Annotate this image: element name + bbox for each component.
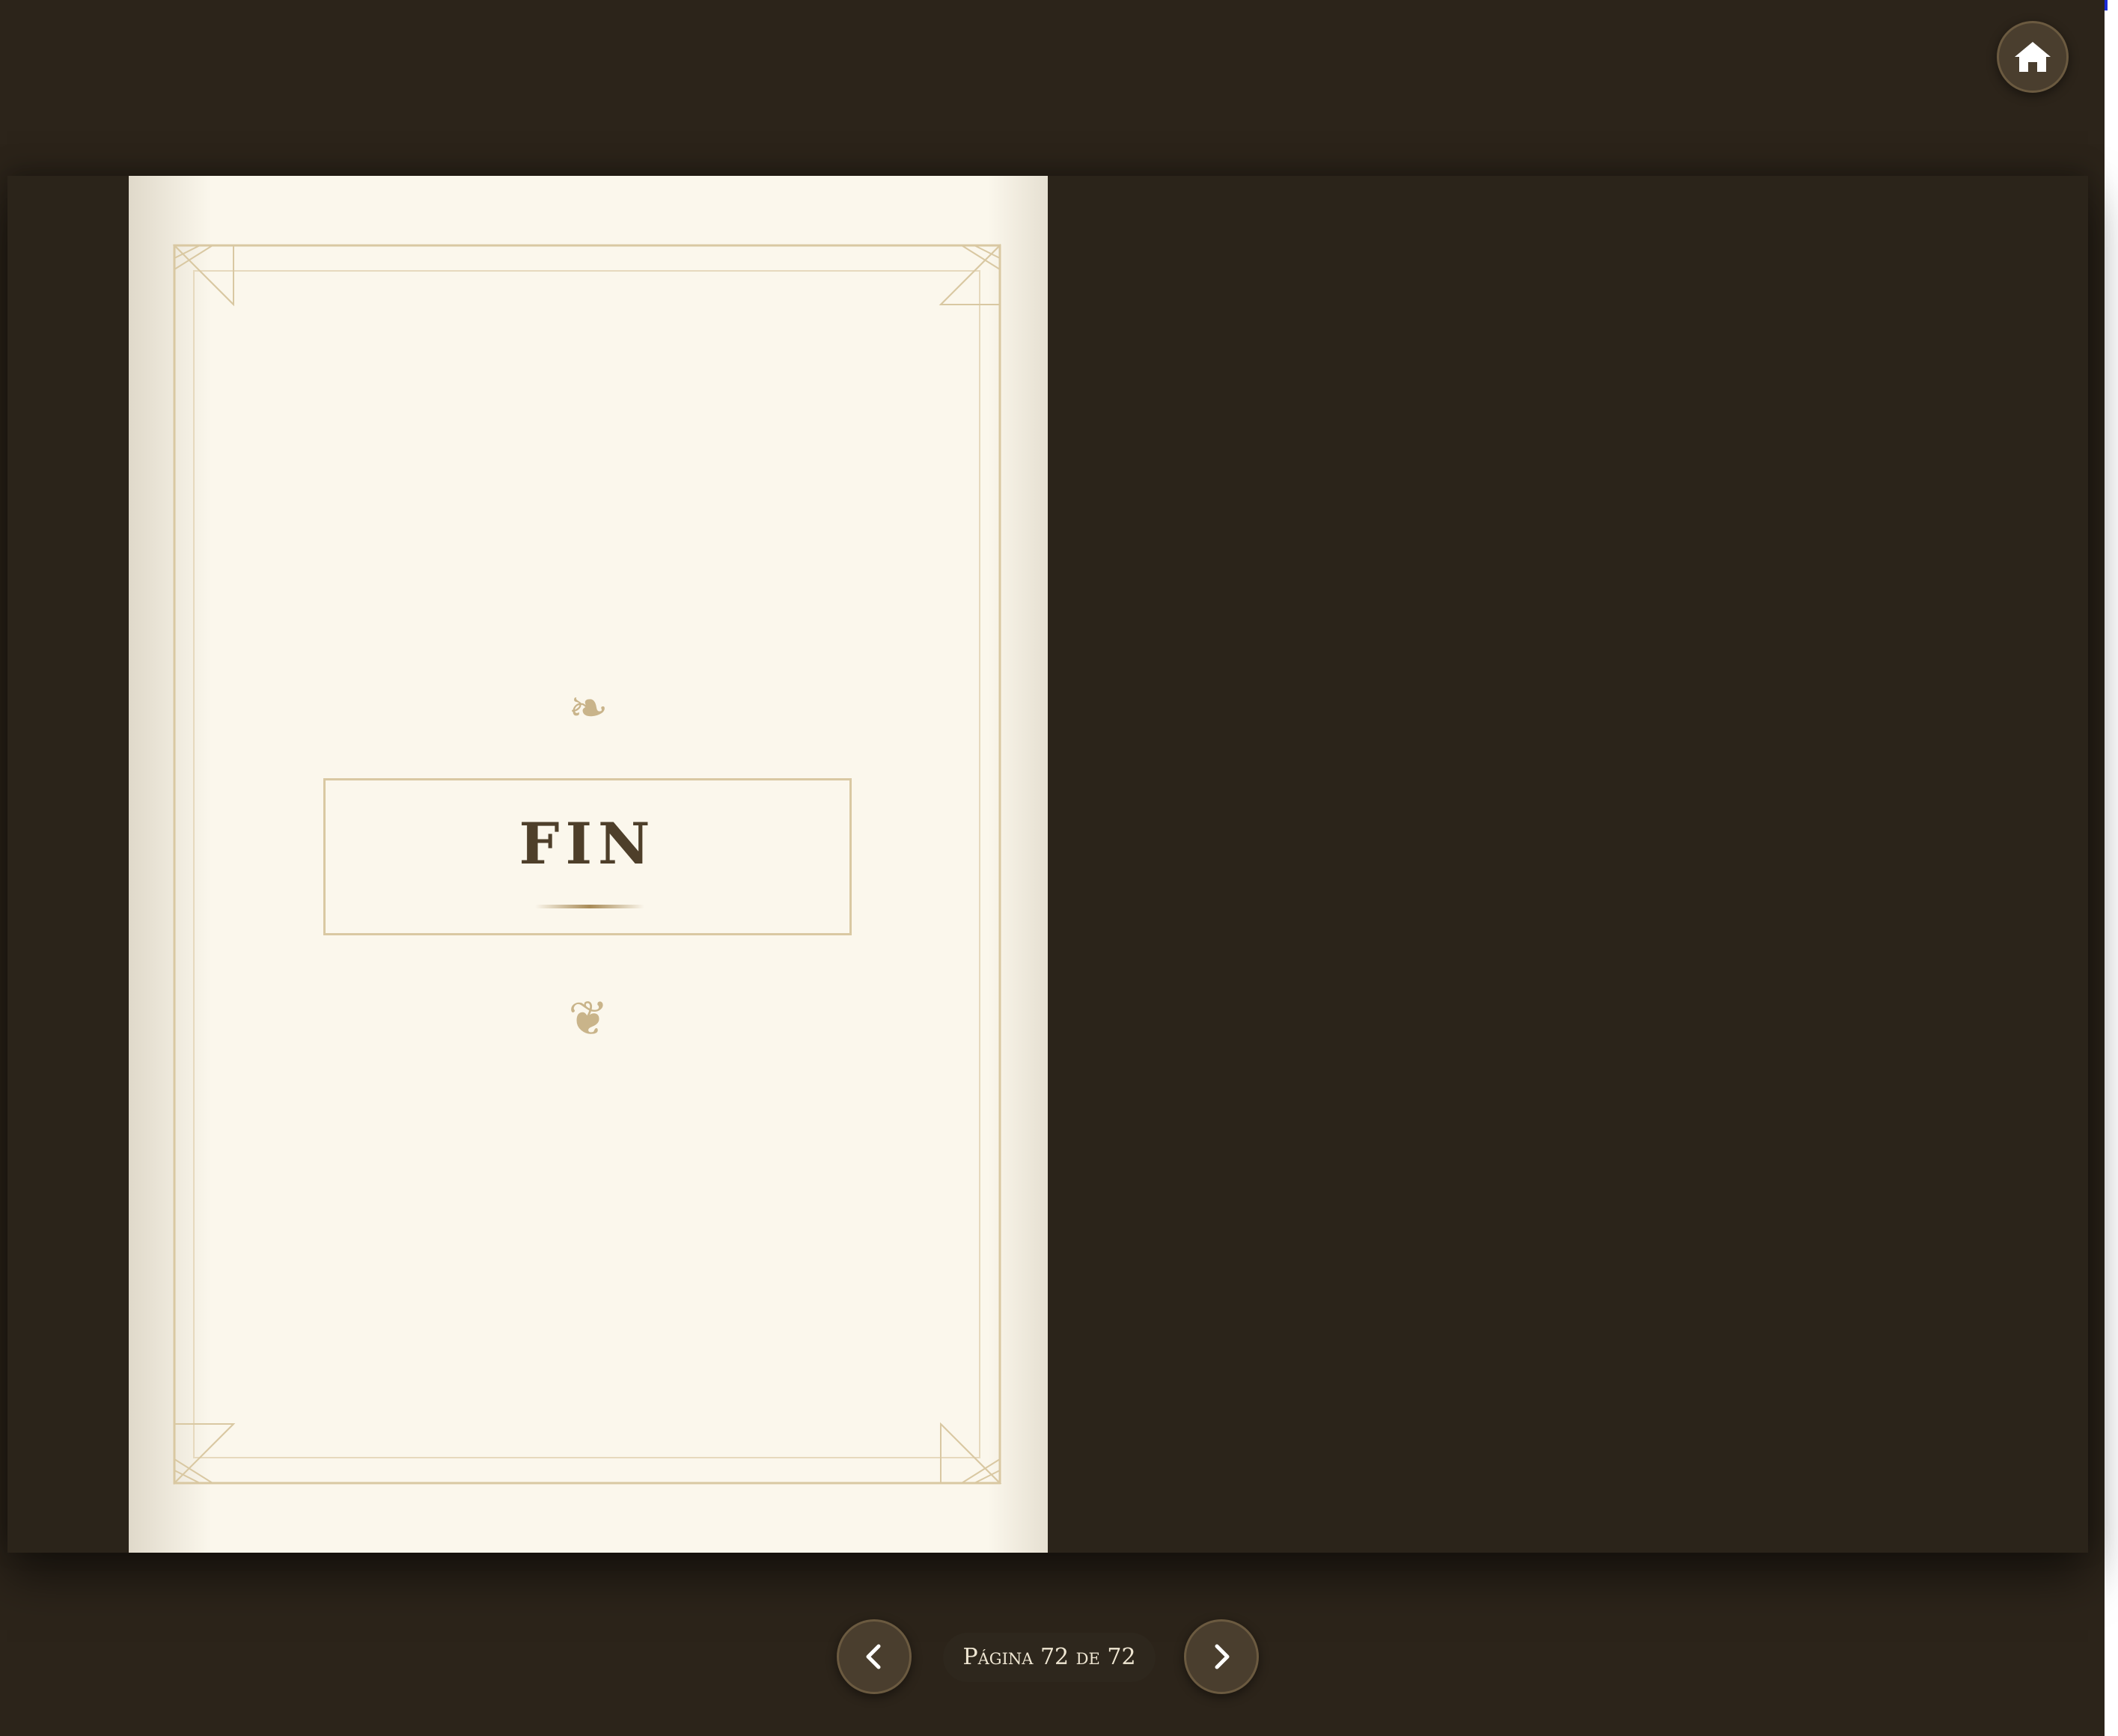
fin-title-box: FIN (323, 778, 852, 935)
home-button[interactable] (1997, 21, 2069, 93)
previous-page-button[interactable] (837, 1619, 912, 1694)
bottom-ornament: ❦ (568, 991, 608, 1047)
book-viewer: ❧ FIN ❦ Página 72 de 72 (0, 0, 2118, 1736)
title-underline (535, 905, 644, 908)
home-icon (2015, 42, 2051, 72)
page-indicator: Página 72 de 72 (943, 1633, 1156, 1682)
window-edge (2105, 0, 2118, 1736)
chevron-right-icon (1215, 1644, 1230, 1669)
page-title: FIN (519, 810, 656, 877)
top-ornament: ❧ (568, 681, 608, 736)
next-page-button[interactable] (1184, 1619, 1259, 1694)
chevron-left-icon (866, 1644, 881, 1669)
book-page: ❧ FIN ❦ (129, 176, 1048, 1553)
